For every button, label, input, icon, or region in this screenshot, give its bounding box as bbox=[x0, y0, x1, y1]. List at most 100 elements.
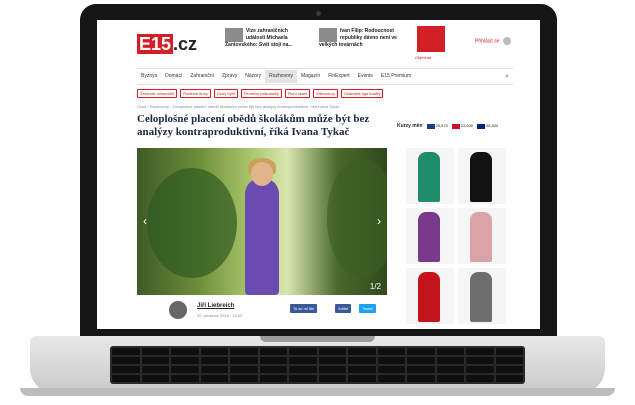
rate-item: 25,570 bbox=[426, 123, 448, 129]
keyboard-key bbox=[200, 348, 228, 355]
keyboard-key bbox=[230, 348, 258, 355]
keyboard-key bbox=[407, 357, 435, 364]
teaser-thumbnail bbox=[225, 28, 243, 42]
keyboard-key bbox=[348, 375, 376, 382]
topic-tag[interactable]: Ceny bytů bbox=[213, 89, 238, 98]
us-flag-icon bbox=[451, 123, 460, 129]
keyboard-key bbox=[466, 366, 494, 373]
keyboard-key bbox=[407, 366, 435, 373]
gallery-counter: 1/2 bbox=[369, 282, 381, 291]
foliage bbox=[147, 168, 237, 278]
keyboard-key bbox=[200, 357, 228, 364]
keyboard-key bbox=[141, 375, 169, 382]
article-headline: Celoplošné placení obědů školákům může b… bbox=[137, 113, 370, 138]
nav-item-byznys[interactable]: Byznys bbox=[137, 70, 161, 83]
topic-tag[interactable]: Mikroekop bbox=[313, 89, 338, 98]
eu-flag-icon bbox=[426, 123, 435, 129]
laptop-hinge bbox=[260, 336, 375, 342]
chevron-right-icon[interactable]: › bbox=[377, 214, 381, 228]
keyboard-key bbox=[289, 375, 317, 382]
keyboard-key bbox=[112, 357, 140, 364]
topic-tag[interactable]: Okamžitě liga kvality bbox=[340, 89, 384, 98]
ad-tile[interactable] bbox=[406, 208, 454, 264]
dress-image bbox=[470, 152, 492, 202]
ad-tile[interactable] bbox=[458, 268, 506, 324]
search-icon[interactable]: ⌕ bbox=[501, 70, 513, 83]
keyboard-key bbox=[289, 348, 317, 355]
nav-item-domaci[interactable]: Domácí bbox=[161, 70, 186, 83]
keyboard-key bbox=[318, 366, 346, 373]
article-date: 20. prosince 2018 · 10:00 bbox=[197, 313, 243, 318]
ad-tile[interactable] bbox=[406, 148, 454, 204]
keyboard-key bbox=[377, 375, 405, 382]
keyboard-key bbox=[348, 366, 376, 373]
keyboard-key bbox=[348, 357, 376, 364]
keyboard-key bbox=[436, 348, 464, 355]
keyboard-key bbox=[171, 375, 199, 382]
nav-item-premium[interactable]: E15 Premium bbox=[377, 70, 415, 83]
keyboard-key bbox=[318, 375, 346, 382]
nav-item-zpravy[interactable]: Zprávy bbox=[218, 70, 241, 83]
nav-item-finexpert[interactable]: FinExpert bbox=[324, 70, 353, 83]
keyboard-key bbox=[259, 348, 287, 355]
keyboard-key bbox=[407, 348, 435, 355]
author-name[interactable]: Jiří Liebreich bbox=[197, 303, 234, 309]
dress-image bbox=[470, 212, 492, 262]
dress-image bbox=[418, 272, 440, 322]
keyboard-key bbox=[318, 348, 346, 355]
topic-tag[interactable]: Pivní skaut bbox=[284, 89, 311, 98]
keyboard-key bbox=[112, 348, 140, 355]
keyboard-key bbox=[230, 375, 258, 382]
nav-item-events[interactable]: Events bbox=[354, 70, 377, 83]
facebook-like-button[interactable]: To se mi líbí bbox=[290, 304, 318, 313]
topic-tag[interactable]: Finanční kalkulačky bbox=[240, 89, 282, 98]
rate-item: 22,600 bbox=[451, 123, 473, 129]
ad-tile[interactable] bbox=[458, 208, 506, 264]
keyboard-key bbox=[171, 348, 199, 355]
magazine-promo[interactable] bbox=[417, 26, 445, 52]
keyboard-key bbox=[141, 348, 169, 355]
rate-item: 28,520 bbox=[477, 123, 498, 129]
dress-image bbox=[470, 272, 492, 322]
keyboard-key bbox=[259, 357, 287, 364]
portrait-head bbox=[251, 162, 273, 186]
author-avatar[interactable] bbox=[169, 301, 187, 319]
article-gallery[interactable]: ‹ › 1/2 bbox=[137, 148, 387, 295]
topic-tag[interactable]: Rodinné firmy bbox=[180, 89, 211, 98]
keyboard-key bbox=[230, 357, 258, 364]
nav-item-magazin[interactable]: Magazín bbox=[297, 70, 324, 83]
uk-flag-icon bbox=[477, 123, 486, 129]
keyboard-key bbox=[436, 375, 464, 382]
portrait-figure bbox=[245, 178, 279, 295]
keyboard-key bbox=[289, 357, 317, 364]
fashion-ad-grid bbox=[406, 148, 506, 324]
keyboard-key bbox=[495, 366, 523, 373]
tweet-button[interactable]: Tweet bbox=[359, 304, 376, 313]
ad-tile[interactable] bbox=[458, 148, 506, 204]
keyboard-key bbox=[466, 375, 494, 382]
breadcrumb[interactable]: Úvod › Rozhovory › Celoplošné placení ob… bbox=[137, 104, 339, 109]
facebook-share-button[interactable]: Sdílet bbox=[335, 304, 352, 313]
keyboard-key bbox=[259, 366, 287, 373]
site-logo[interactable]: E15 .cz bbox=[137, 34, 197, 55]
keyboard-key bbox=[259, 375, 287, 382]
keyboard-key bbox=[112, 366, 140, 373]
header-teaser[interactable]: Vize zahraničních událostí Michaela Žant… bbox=[225, 28, 307, 49]
nav-item-rozhovory[interactable]: Rozhovory bbox=[265, 70, 298, 83]
keyboard-key bbox=[407, 375, 435, 382]
keyboard-key bbox=[377, 366, 405, 373]
ad-tile[interactable] bbox=[406, 268, 454, 324]
browser-screen: E15 .cz Vize zahraničních událostí Michae… bbox=[97, 20, 540, 329]
promo-link[interactable]: Objednat bbox=[415, 55, 431, 60]
keyboard-key bbox=[495, 375, 523, 382]
keyboard-key bbox=[230, 366, 258, 373]
laptop-keyboard bbox=[110, 346, 525, 384]
login-link[interactable]: Přihlásit se bbox=[475, 37, 511, 45]
topic-tag[interactable]: Žebříček miliardářů bbox=[137, 89, 178, 98]
nav-item-nazory[interactable]: Názory bbox=[241, 70, 265, 83]
header-teaser[interactable]: Ivan Filip: Rodoucnost republiky dávno n… bbox=[319, 28, 401, 49]
keyboard-key bbox=[200, 366, 228, 373]
chevron-left-icon[interactable]: ‹ bbox=[143, 214, 147, 228]
nav-item-zahranicni[interactable]: Zahraniční bbox=[186, 70, 218, 83]
keyboard-key bbox=[171, 357, 199, 364]
